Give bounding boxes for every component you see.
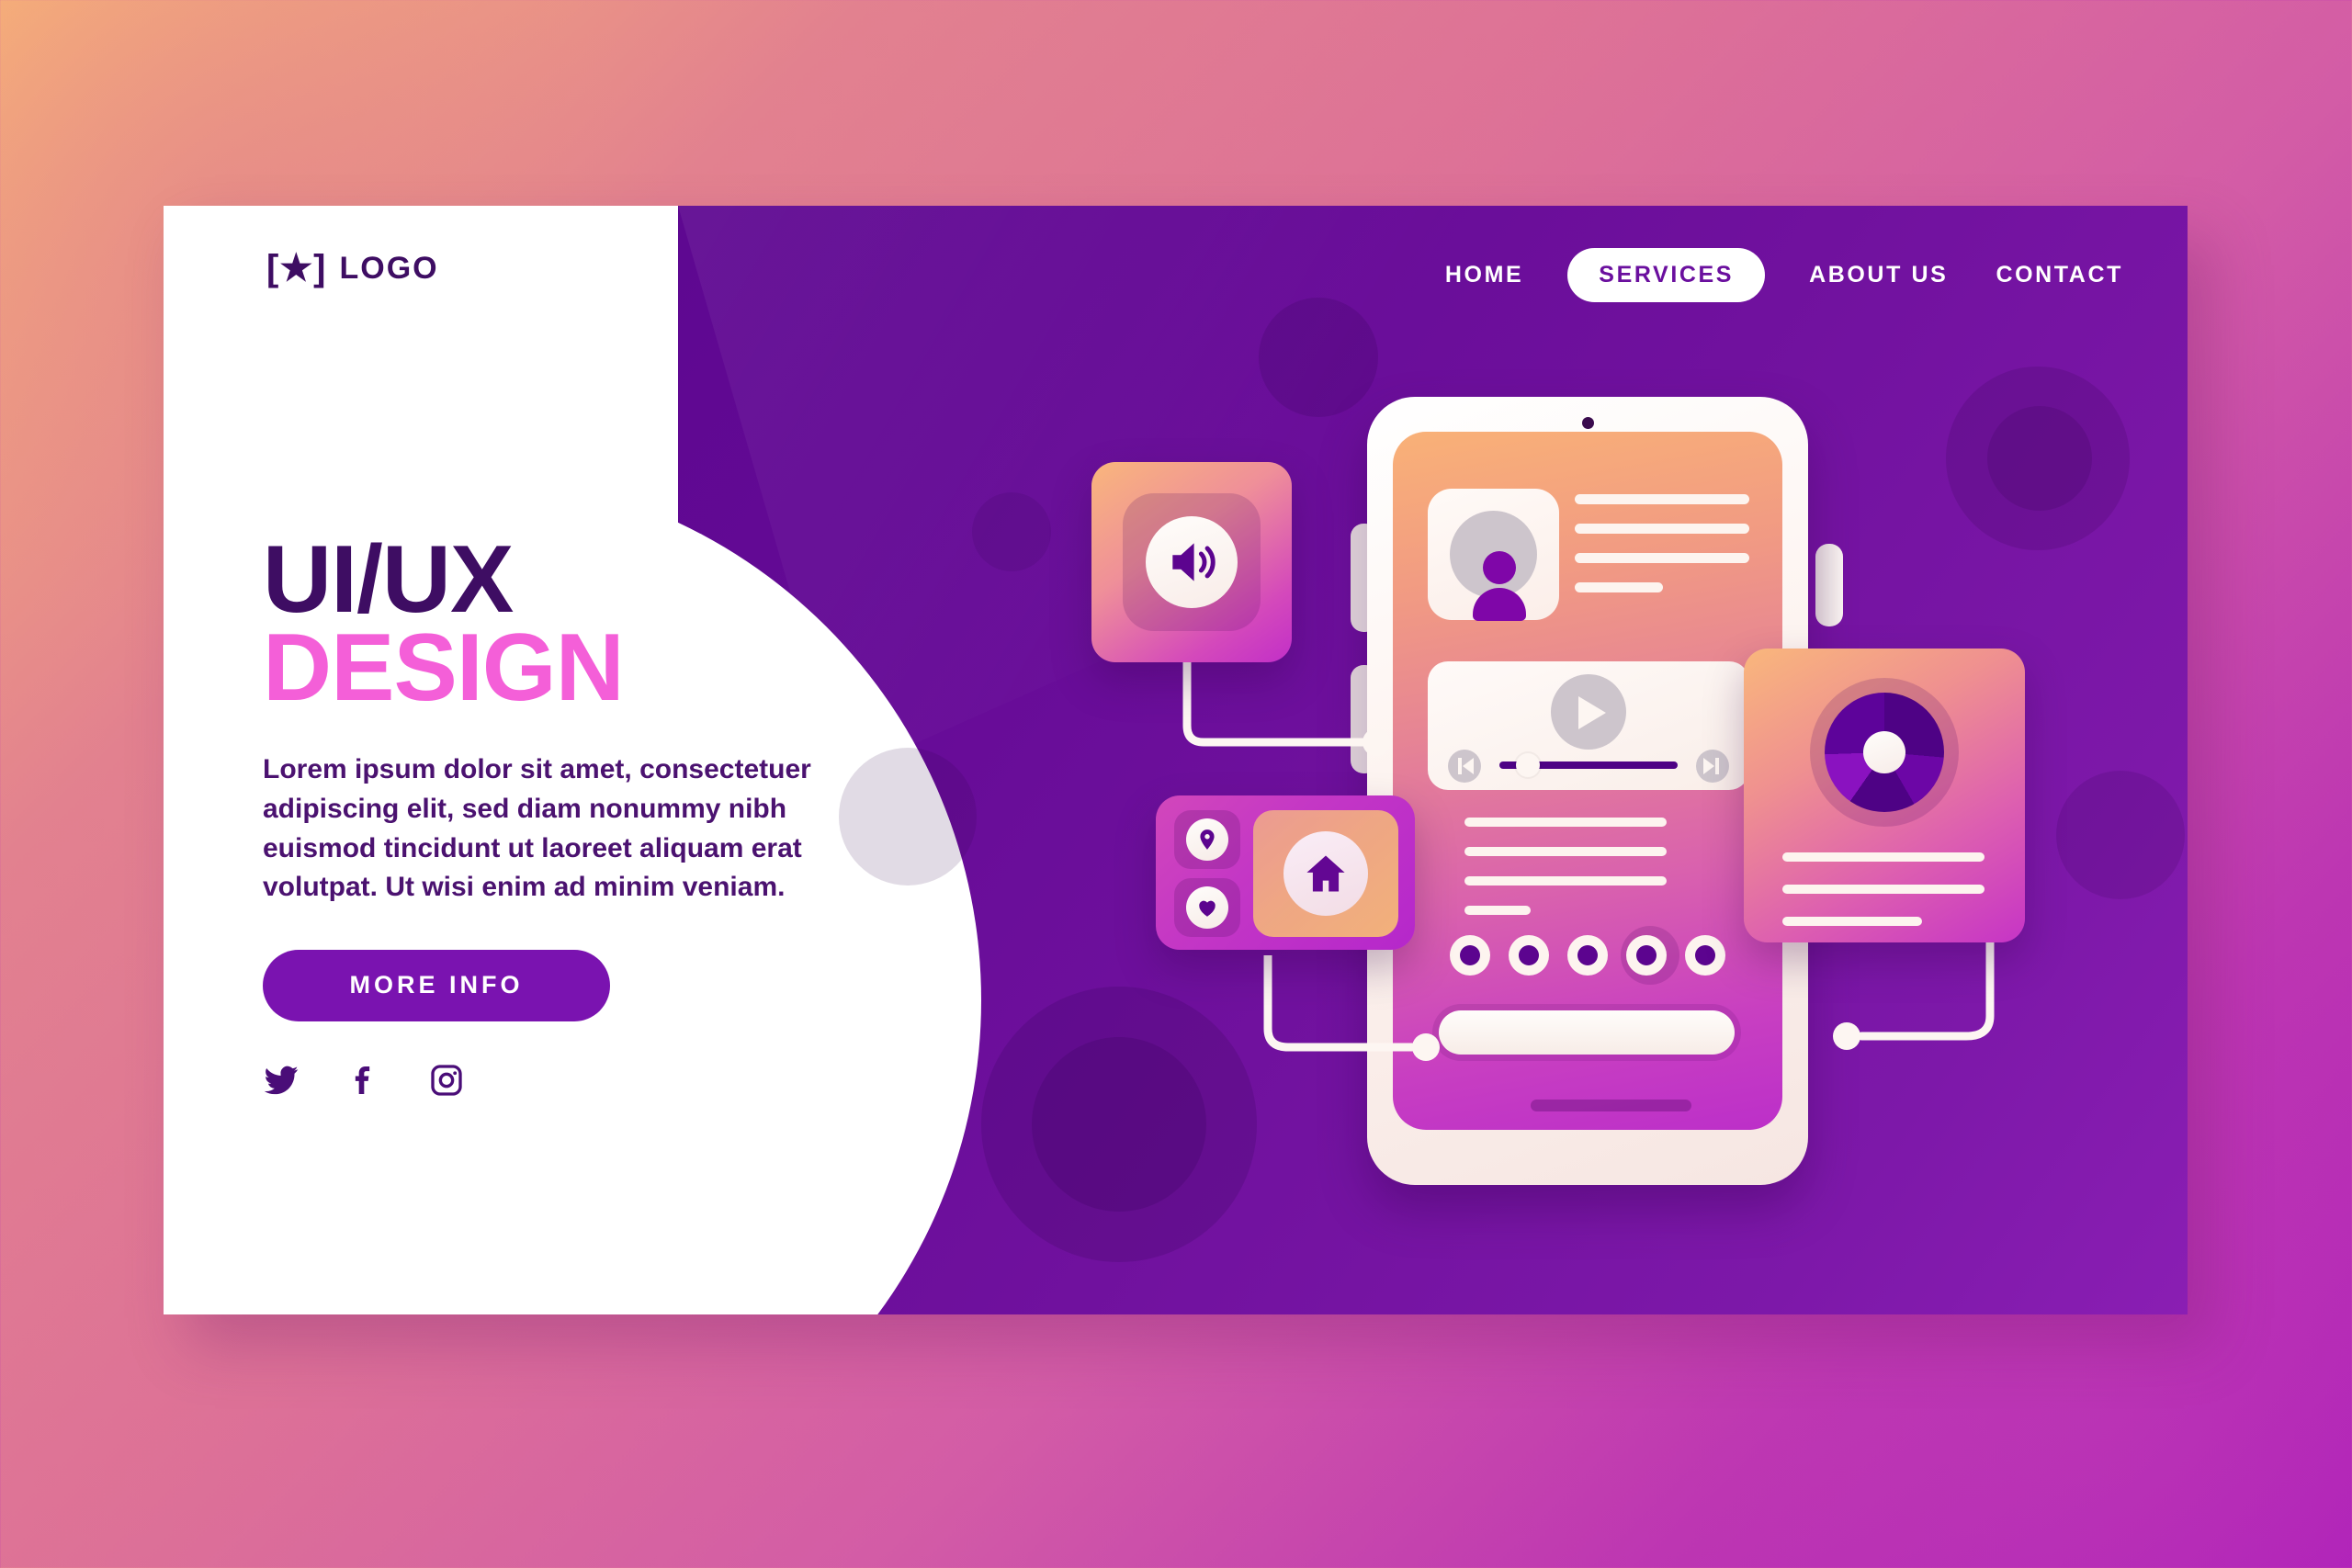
hero-section: UI/UX DESIGN Lorem ipsum dolor sit amet,… — [263, 526, 851, 1103]
dot-item[interactable] — [1509, 935, 1549, 976]
decorative-circle — [1032, 1037, 1206, 1212]
home-indicator — [1531, 1100, 1691, 1111]
chart-card[interactable] — [1744, 649, 2025, 942]
nav-item-home[interactable]: HOME — [1442, 256, 1527, 294]
connector-line-speaker — [1182, 654, 1390, 756]
logo-text: LOGO — [339, 250, 439, 286]
action-pill-button[interactable] — [1439, 1010, 1735, 1055]
heart-icon — [1186, 886, 1228, 929]
connector-line-chart — [1833, 937, 1995, 1050]
text-line — [1782, 852, 1984, 862]
skip-back-icon[interactable] — [1448, 750, 1481, 783]
chart-card-text-lines — [1782, 852, 1984, 949]
volume-icon — [1146, 516, 1238, 608]
avatar-head-icon — [1483, 551, 1516, 584]
text-line — [1575, 582, 1663, 592]
page-title: UI/UX DESIGN — [263, 526, 851, 721]
decorative-circle — [972, 492, 1051, 571]
hero-title-line-1: UI/UX — [263, 526, 514, 633]
hero-title-line-2: DESIGN — [263, 614, 625, 721]
phone-camera-dot — [1582, 417, 1594, 429]
donut-chart-icon — [1825, 693, 1944, 812]
dot-item[interactable] — [1685, 935, 1725, 976]
decorative-circle — [1259, 298, 1378, 417]
decorative-circle — [839, 748, 977, 886]
speaker-card[interactable] — [1091, 462, 1292, 662]
twitter-icon[interactable] — [263, 1062, 300, 1103]
play-icon — [1578, 696, 1606, 729]
avatar-body-icon — [1473, 588, 1526, 621]
more-info-button[interactable]: MORE INFO — [263, 949, 610, 1021]
speaker-card-inner — [1123, 493, 1261, 631]
skip-forward-icon[interactable] — [1696, 750, 1729, 783]
dot-navigation — [1450, 935, 1725, 976]
dot-item[interactable] — [1567, 935, 1608, 976]
decorative-circle — [1987, 406, 2092, 511]
profile-card — [1428, 489, 1559, 621]
home-icon — [1283, 831, 1368, 916]
text-line — [1782, 917, 1922, 926]
donut-chart-ring — [1810, 678, 1959, 827]
logo-star-icon: [★] — [266, 248, 327, 288]
brand-logo[interactable]: [★] LOGO — [266, 250, 439, 287]
nav-item-about-us[interactable]: ABOUT US — [1805, 256, 1951, 294]
nav-item-contact[interactable]: CONTACT — [1992, 256, 2127, 294]
text-line — [1782, 885, 1984, 894]
home-tile[interactable] — [1253, 810, 1398, 937]
text-line — [1575, 494, 1749, 504]
home-card[interactable] — [1156, 795, 1415, 950]
favorite-tile[interactable] — [1174, 878, 1240, 937]
text-line — [1464, 906, 1531, 915]
text-line — [1464, 876, 1667, 886]
media-player — [1428, 661, 1749, 790]
phone-power-button — [1815, 544, 1843, 626]
avatar — [1450, 511, 1537, 621]
text-line — [1575, 524, 1749, 534]
location-tile[interactable] — [1174, 810, 1240, 869]
location-pin-icon — [1186, 818, 1228, 861]
main-navigation: HOME SERVICES ABOUT US CONTACT — [1442, 248, 2127, 302]
nav-item-services[interactable]: SERVICES — [1567, 248, 1766, 302]
content-text-lines — [1464, 818, 1667, 935]
social-links — [263, 1062, 851, 1103]
donut-chart-center — [1863, 731, 1905, 773]
profile-text-lines — [1575, 494, 1749, 612]
decorative-circle — [2056, 771, 2185, 899]
hero-paragraph: Lorem ipsum dolor sit amet, consectetuer… — [263, 754, 811, 903]
facebook-icon[interactable] — [345, 1062, 382, 1103]
instagram-icon[interactable] — [428, 1062, 465, 1103]
dot-item[interactable] — [1626, 935, 1667, 976]
text-line — [1464, 847, 1667, 856]
connector-line-home — [1263, 955, 1440, 1061]
progress-knob[interactable] — [1516, 753, 1540, 777]
text-line — [1464, 818, 1667, 827]
text-line — [1575, 553, 1749, 563]
